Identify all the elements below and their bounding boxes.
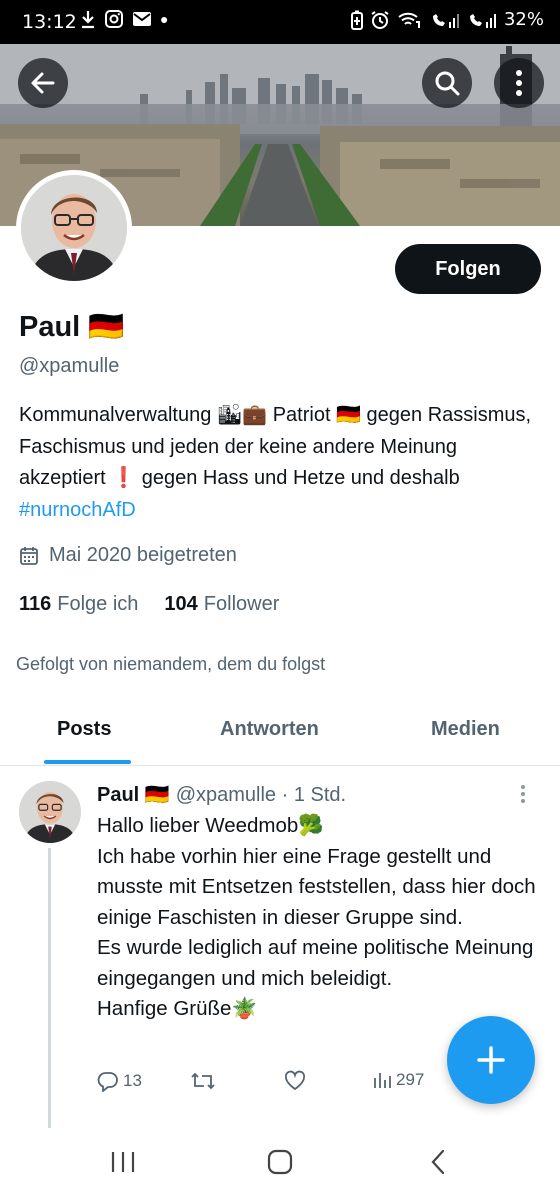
- following-label: Folge ich: [57, 593, 139, 615]
- active-tab-indicator: [44, 760, 131, 764]
- profile-handle: @xpamulle: [19, 355, 120, 377]
- followed-by-text: Gefolgt von niemandem, dem du folgst: [16, 654, 326, 674]
- post-avatar[interactable]: [19, 781, 81, 843]
- avatar-photo: [21, 175, 127, 281]
- status-bar: 13:12 ● 32%: [0, 0, 560, 44]
- retweet-icon: [191, 1072, 215, 1090]
- post-text: Hallo lieber Weedmob🥦 Ich habe vorhin hi…: [97, 814, 536, 1020]
- reply-button[interactable]: 13: [97, 1070, 142, 1092]
- more-vertical-icon: [521, 785, 525, 803]
- tab-replies[interactable]: Antworten: [220, 718, 319, 741]
- calendar-icon: [20, 546, 38, 565]
- join-date-text: Mai 2020 beigetreten: [49, 544, 237, 566]
- battery-saver-icon: [350, 10, 363, 30]
- search-icon: [435, 71, 460, 96]
- battery-percent: 32%: [503, 9, 544, 30]
- profile-name: Paul 🇩🇪: [19, 311, 125, 343]
- alarm-icon: [371, 10, 389, 29]
- mail-icon: [133, 12, 151, 26]
- profile-tabs: Posts Antworten Medien: [0, 700, 560, 766]
- more-options-button[interactable]: [494, 58, 544, 108]
- tab-posts[interactable]: Posts: [57, 718, 111, 741]
- following-link[interactable]: 116 Folge ich: [19, 593, 138, 616]
- home-icon[interactable]: [266, 1148, 294, 1176]
- bio-text: Kommunalverwaltung 🏙💼 Patriot 🇩🇪 gegen R…: [19, 404, 532, 489]
- download-icon: [82, 11, 94, 29]
- recent-apps-icon[interactable]: [109, 1148, 137, 1176]
- reply-count: 13: [123, 1071, 142, 1090]
- arrow-left-icon: [31, 72, 55, 94]
- android-nav-bar: [0, 1128, 560, 1200]
- post-more-button[interactable]: [520, 784, 526, 804]
- search-button[interactable]: [422, 58, 472, 108]
- instagram-icon: [105, 10, 123, 28]
- dot-icon: ●: [160, 11, 169, 27]
- back-button[interactable]: [18, 58, 68, 108]
- plus-icon: [477, 1046, 505, 1074]
- bio-hashtag-link[interactable]: #nurnochAfD: [19, 499, 136, 521]
- status-time: 13:12: [22, 11, 77, 33]
- followers-label: Follower: [203, 593, 280, 615]
- volte-signal-icon: [432, 13, 459, 28]
- reply-icon: [97, 1072, 118, 1092]
- post-header: Paul 🇩🇪 @xpamulle · 1 Std.: [97, 782, 346, 807]
- wifi-call-icon: [398, 12, 420, 28]
- follow-stats: 116 Folge ich 104 Follower: [19, 593, 279, 616]
- post-meta: @xpamulle · 1 Std.: [175, 784, 347, 806]
- retweet-button[interactable]: [190, 1070, 220, 1092]
- join-date: Mai 2020 beigetreten: [19, 544, 237, 567]
- followers-link[interactable]: 104 Follower: [164, 593, 279, 616]
- profile-avatar[interactable]: [16, 170, 132, 286]
- views-button[interactable]: 297: [372, 1070, 424, 1090]
- like-button[interactable]: [284, 1070, 310, 1092]
- following-count: 116: [19, 593, 52, 615]
- heart-icon: [284, 1070, 306, 1091]
- signal-icon: [469, 13, 496, 28]
- profile-bio: Kommunalverwaltung 🏙💼 Patriot 🇩🇪 gegen R…: [19, 400, 539, 526]
- views-chart-icon: [374, 1073, 391, 1088]
- status-left-icons: ●: [80, 9, 168, 29]
- views-count: 297: [396, 1070, 425, 1089]
- nav-back-icon[interactable]: [425, 1148, 453, 1176]
- post-avatar-photo: [19, 781, 81, 843]
- compose-post-button[interactable]: [447, 1016, 535, 1104]
- followers-count: 104: [164, 593, 198, 615]
- tab-media[interactable]: Medien: [431, 718, 500, 741]
- status-right-icons: 32%: [350, 9, 544, 30]
- post-author[interactable]: Paul 🇩🇪: [97, 782, 170, 807]
- follow-button[interactable]: Folgen: [395, 244, 541, 294]
- more-vertical-icon: [516, 70, 522, 96]
